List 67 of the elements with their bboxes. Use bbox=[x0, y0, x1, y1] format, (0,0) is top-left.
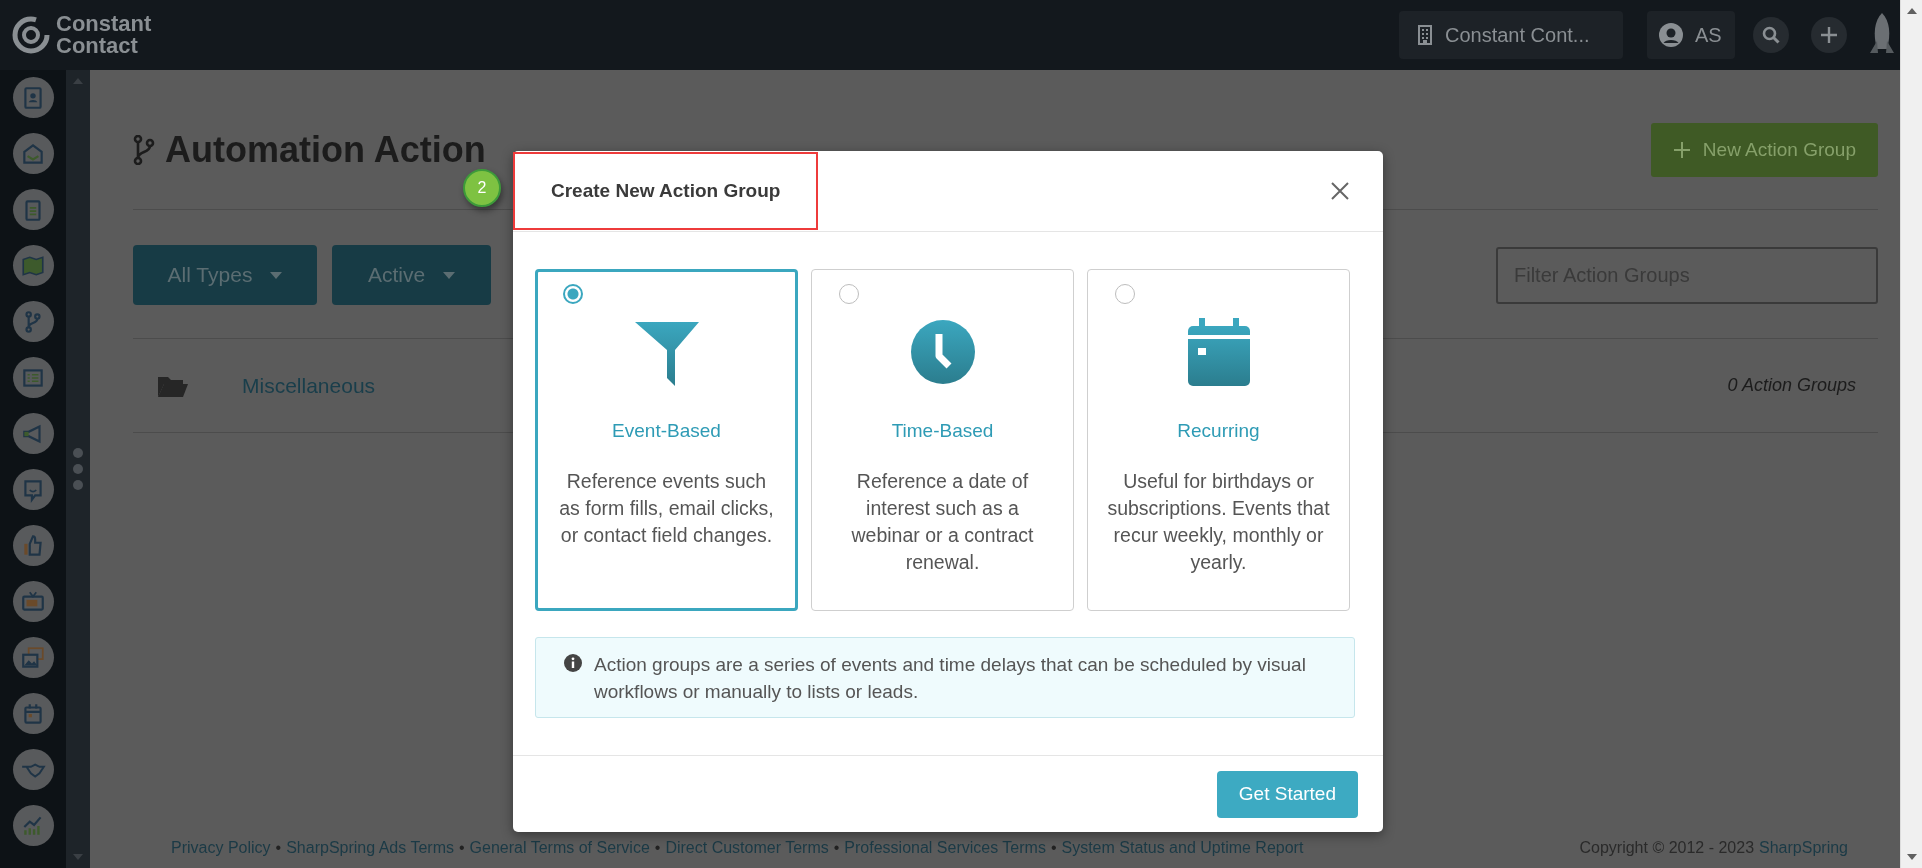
scroll-down-icon[interactable] bbox=[1906, 854, 1917, 860]
sidebar-button[interactable] bbox=[12, 581, 54, 622]
user-menu-button[interactable]: AS bbox=[1647, 11, 1735, 59]
plus-icon bbox=[1672, 140, 1691, 159]
bullet-separator: • bbox=[459, 839, 465, 857]
sidebar-button[interactable] bbox=[12, 637, 54, 678]
option-card[interactable]: Time-Based Reference a date of interest such as a webinar or a contract renewal. bbox=[811, 269, 1074, 611]
option-card[interactable]: Recurring Useful for birthdays or subscriptions. Events that recur weekly, monthly or yearly. bbox=[1087, 269, 1350, 611]
sidebar-button[interactable] bbox=[12, 77, 54, 118]
footer-link[interactable]: General Terms of Service bbox=[469, 839, 650, 857]
close-icon bbox=[1331, 182, 1349, 200]
option-card[interactable]: Event-Based Reference events such as form fills, email clicks, or contact field changes. bbox=[535, 269, 798, 611]
caret-icon bbox=[270, 271, 283, 279]
sidebar-button[interactable] bbox=[12, 693, 54, 734]
bullet-separator: • bbox=[1050, 839, 1057, 857]
sidebar-button[interactable] bbox=[12, 301, 54, 342]
get-started-button[interactable]: Get Started bbox=[1216, 770, 1358, 818]
footer-link[interactable]: SharpSpring Ads Terms bbox=[286, 839, 454, 857]
add-button[interactable] bbox=[1811, 17, 1847, 53]
footer-link[interactable]: Direct Customer Terms bbox=[665, 839, 829, 857]
sidebar-button[interactable] bbox=[12, 245, 54, 286]
account-button[interactable]: Constant Cont... bbox=[1399, 11, 1623, 59]
option-title: Event-Based bbox=[612, 420, 721, 442]
drag-handle-icon[interactable] bbox=[73, 448, 83, 490]
sidebar-button[interactable] bbox=[12, 525, 54, 566]
option-description: Reference events such as form fills, email clicks, or contact field changes. bbox=[558, 469, 775, 548]
folder-link[interactable]: Miscellaneous bbox=[242, 373, 376, 398]
bullet-separator: • bbox=[654, 839, 661, 857]
sidebar-button[interactable] bbox=[12, 133, 54, 174]
option-description: Reference a date of interest such as a webinar or a contract renewal. bbox=[850, 469, 1035, 575]
info-text: Action groups are a series of events and time delays that can be scheduled by visual workflows or manually to lists or leads. bbox=[594, 653, 1307, 704]
sidebar-button[interactable] bbox=[12, 749, 54, 790]
page-title: Automation Action bbox=[165, 128, 486, 171]
dialog-title: Create New Action Group bbox=[513, 152, 819, 230]
radio-button[interactable] bbox=[563, 284, 583, 304]
building-icon bbox=[1417, 25, 1433, 45]
filter-dropdown[interactable]: Active bbox=[332, 245, 491, 305]
scroll-up-icon[interactable] bbox=[1906, 8, 1917, 14]
plus-icon bbox=[1820, 26, 1838, 44]
sidebar-button[interactable] bbox=[12, 413, 54, 454]
folder-icon bbox=[158, 374, 188, 397]
folder-count: 0 Action Groups bbox=[1727, 375, 1856, 396]
image-icon bbox=[20, 644, 46, 671]
footer-link[interactable]: Professional Services Terms bbox=[844, 839, 1046, 857]
logo-icon bbox=[12, 16, 50, 54]
sidebar-button[interactable] bbox=[12, 805, 54, 846]
option-description: Useful for birthdays or subscriptions. Events that recur weekly, monthly or yearly. bbox=[1106, 469, 1331, 575]
logo-text: Constant bbox=[56, 13, 152, 35]
option-title: Recurring bbox=[1177, 420, 1260, 442]
footer-link[interactable]: System Status and Uptime Report bbox=[1061, 839, 1304, 857]
sidebar-button[interactable] bbox=[12, 189, 54, 230]
footer-link[interactable]: SharpSpring bbox=[1759, 839, 1848, 857]
bullet-separator: • bbox=[833, 839, 840, 857]
sidebar-button[interactable] bbox=[12, 357, 54, 398]
caret-icon bbox=[443, 271, 456, 279]
search-button[interactable] bbox=[1753, 17, 1789, 53]
option-title: Time-Based bbox=[891, 420, 994, 442]
bullet-separator: • bbox=[275, 839, 282, 857]
footer-link[interactable]: Privacy Policy bbox=[171, 839, 271, 857]
filter-dropdown[interactable]: All Types bbox=[133, 245, 317, 305]
info-icon bbox=[564, 654, 582, 672]
branch-icon bbox=[133, 134, 155, 165]
search-icon bbox=[1762, 26, 1780, 44]
new-action-group-button[interactable]: New Action Group bbox=[1650, 122, 1878, 177]
avatar-icon bbox=[1659, 23, 1683, 47]
logo-text: Contact bbox=[56, 35, 139, 57]
sidebar-button[interactable] bbox=[12, 469, 54, 510]
